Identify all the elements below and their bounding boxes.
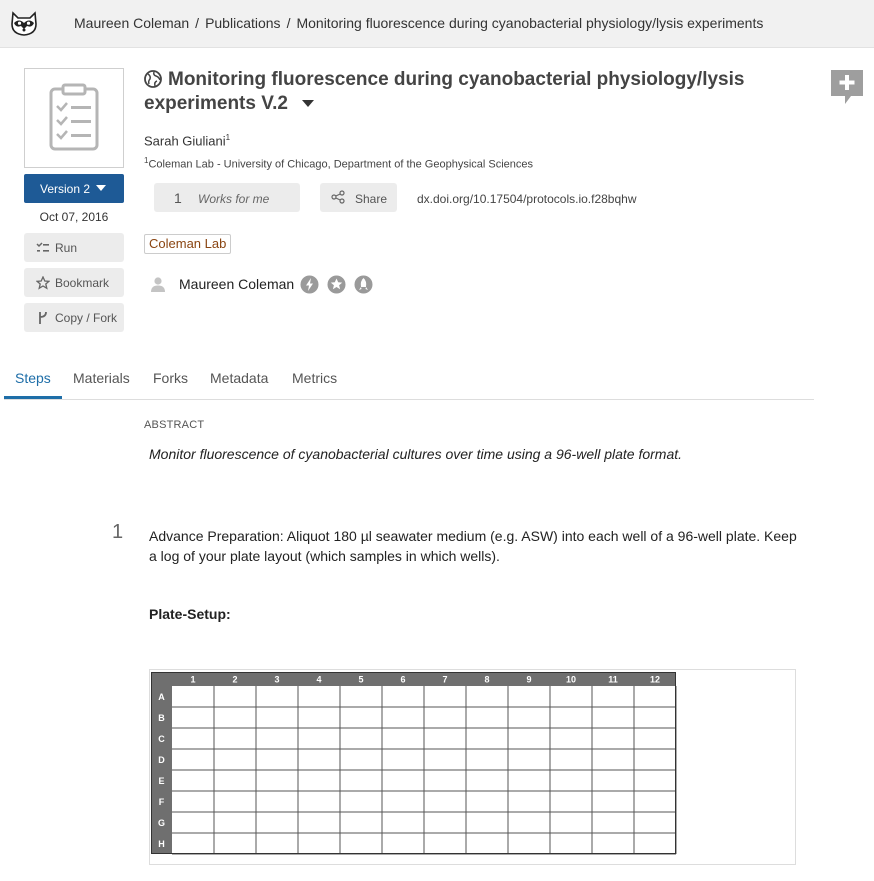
bookmark-button[interactable]: Bookmark [24, 268, 124, 297]
power-badge-icon [300, 275, 319, 294]
share-label: Share [355, 192, 388, 206]
run-button[interactable]: Run [24, 233, 124, 262]
breadcrumb: Maureen Coleman / Publications / Monitoring … [74, 15, 763, 31]
works-for-me-count: 1 [174, 190, 182, 206]
works-for-me-button[interactable]: 1 Works for me [154, 183, 300, 212]
fork-icon [39, 311, 47, 324]
plate-column-label: 2 [232, 675, 237, 685]
add-comment-icon[interactable] [829, 68, 865, 108]
plate-column-label: 8 [484, 675, 489, 685]
tab-steps[interactable]: Steps [15, 370, 51, 386]
share-icon [331, 190, 345, 204]
plate-row-label: D [158, 755, 165, 765]
version-chevron-down-icon[interactable] [302, 100, 314, 107]
plate-column-label: 3 [274, 675, 279, 685]
plate-row-label: B [158, 713, 165, 723]
globe-icon [144, 70, 162, 88]
author-sup: 1 [225, 133, 231, 142]
author-name[interactable]: Sarah Giuliani [144, 133, 226, 148]
breadcrumb-item-current: Monitoring fluorescence during cyanobact… [296, 15, 764, 31]
tab-metadata[interactable]: Metadata [210, 370, 268, 386]
plate-column-label: 12 [650, 675, 660, 685]
protocol-title-text: Monitoring fluorescence during cyanobact… [144, 69, 745, 114]
tab-metrics[interactable]: Metrics [292, 370, 337, 386]
affiliation-text: Coleman Lab - University of Chicago, Dep… [148, 158, 534, 171]
breadcrumb-item-owner[interactable]: Maureen Coleman [74, 15, 189, 31]
rocket-badge-icon [354, 275, 373, 294]
plate-column-header-bar [151, 672, 676, 686]
run-label: Run [55, 241, 78, 255]
bookmark-label: Bookmark [55, 276, 110, 290]
plate-column-label: 10 [566, 675, 576, 685]
breadcrumb-separator: / [286, 15, 291, 31]
plate-grid: 1 2 3 4 5 6 7 8 9 10 11 12ABCDEFGH [151, 672, 677, 855]
plate-layout-image: 1 2 3 4 5 6 7 8 9 10 11 12 A B C D E F G H [149, 669, 796, 865]
copy-fork-label: Copy / Fork [55, 311, 118, 325]
protocol-title: Monitoring fluorescence during cyanobact… [144, 68, 784, 116]
owner-name[interactable]: Maureen Coleman [179, 276, 294, 292]
tab-forks[interactable]: Forks [153, 370, 188, 386]
plate-column-label: 1 [190, 675, 195, 685]
plate-row-label: G [158, 818, 165, 828]
version-dropdown[interactable]: Version 2 [24, 174, 124, 203]
plate-row-label: A [158, 692, 165, 702]
plate-column-label: 9 [526, 675, 531, 685]
version-label: Version 2 [40, 182, 91, 196]
doi-link[interactable]: dx.doi.org/10.17504/protocols.io.f28bqhw [417, 192, 637, 206]
star-icon [36, 276, 50, 290]
plate-column-label: 11 [608, 675, 618, 685]
raccoon-logo-icon[interactable] [10, 9, 38, 37]
author: Sarah Giuliani1 [144, 133, 230, 148]
plate-column-label: 5 [358, 675, 363, 685]
plate-row-label: C [158, 734, 165, 744]
protocol-tabs: Steps Materials Forks Metadata Metrics [4, 366, 814, 400]
protocol-thumbnail [24, 68, 124, 168]
tab-materials[interactable]: Materials [73, 370, 130, 386]
step-text: Advance Preparation: Aliquot 180 µl seaw… [149, 528, 797, 564]
plate-border [151, 672, 676, 854]
plate-row-label: F [159, 797, 165, 807]
plate-setup-heading: Plate-Setup: [149, 606, 231, 622]
abstract-text: Monitor fluorescence of cyanobacterial c… [149, 446, 683, 462]
publish-date: Oct 07, 2016 [39, 210, 109, 224]
plate-column-label: 4 [316, 675, 321, 685]
chevron-down-icon [96, 185, 106, 191]
group-tag[interactable]: Coleman Lab [144, 234, 232, 254]
plate-column-label: 6 [400, 675, 405, 685]
affiliation: 1Coleman Lab - University of Chicago, De… [144, 156, 533, 171]
works-for-me-label: Works for me [198, 192, 270, 206]
abstract-heading: ABSTRACT [144, 419, 205, 431]
star-badge-icon [327, 275, 346, 294]
share-button[interactable]: Share [320, 183, 397, 212]
plate-row-label: H [158, 839, 165, 849]
top-bar: Maureen Coleman / Publications / Monitoring … [0, 0, 874, 48]
breadcrumb-separator: / [195, 15, 200, 31]
user-icon [151, 277, 165, 292]
protocol-thumbnail-icon [49, 83, 99, 151]
run-icon [36, 242, 49, 252]
plate-column-label: 7 [442, 675, 447, 685]
plate-row-label: E [158, 776, 164, 786]
active-tab-indicator [4, 396, 62, 399]
breadcrumb-item-publications[interactable]: Publications [205, 15, 281, 31]
copy-fork-button[interactable]: Copy / Fork [24, 303, 124, 332]
step-number: 1 [112, 521, 124, 543]
